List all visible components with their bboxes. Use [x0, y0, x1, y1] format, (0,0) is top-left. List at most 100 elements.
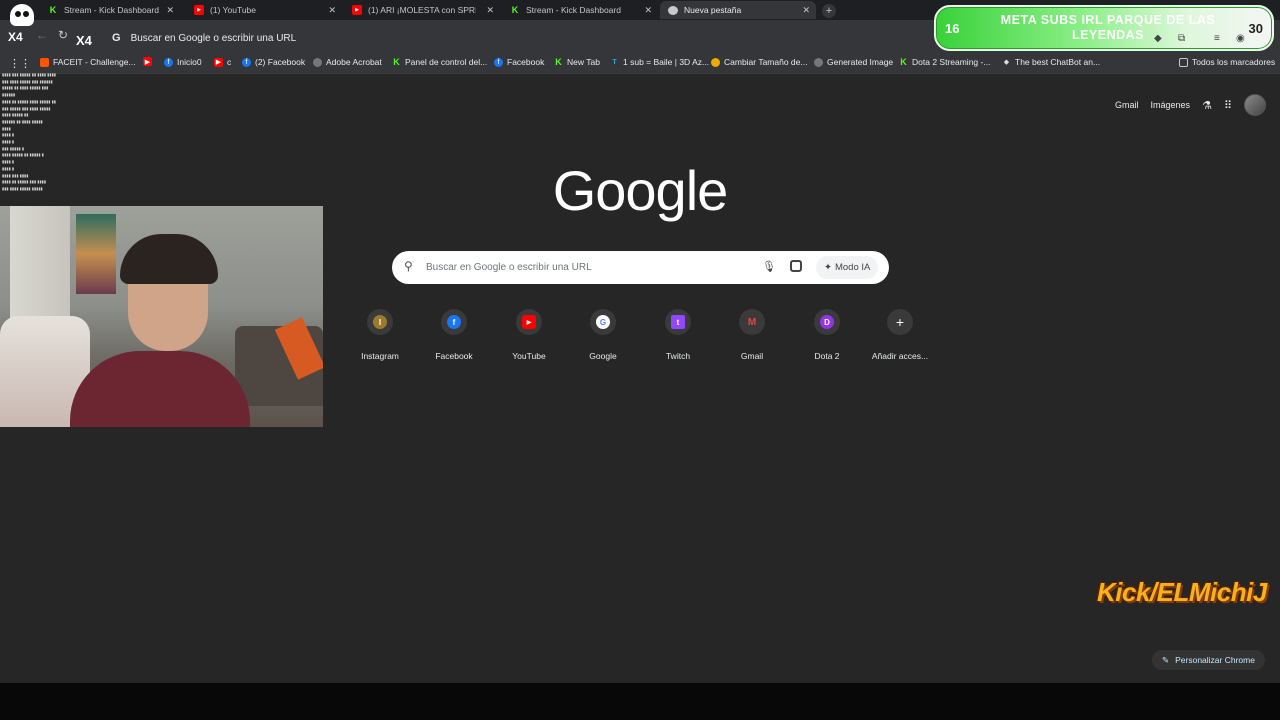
shortcuts: I Instagram f Facebook ▶ YouTube G Google t T…: [345, 306, 945, 366]
tab-youtube-video[interactable]: ▶ (1) ARI ¡MOLESTA con SPREEN ✕: [344, 1, 500, 19]
facebook-icon: f: [242, 57, 251, 67]
bookmark-7[interactable]: f Facebook: [494, 57, 544, 67]
bookmark-3[interactable]: ▶ c: [214, 57, 231, 67]
bookmark-0[interactable]: FACEIT - Challenge...: [40, 57, 136, 67]
resize-icon: [711, 57, 720, 67]
folder-icon: [1179, 57, 1188, 67]
search-placeholder: Buscar en Google o escribir una URL: [426, 262, 592, 273]
youtube-icon: ▶: [214, 57, 223, 67]
queue-icon: ≡: [1214, 33, 1220, 44]
ai-mode-icon: ✦: [824, 262, 832, 273]
tab-youtube[interactable]: ▶ (1) YouTube ✕: [186, 1, 342, 19]
close-icon[interactable]: ✕: [802, 5, 810, 16]
youtube-icon: ▶: [194, 5, 204, 15]
dota2-icon: D: [820, 315, 834, 329]
shortcut-twitch[interactable]: t Twitch: [642, 306, 714, 361]
goal-title: META SUBS IRL PARQUE DE LAS LEYENDAS: [1000, 13, 1216, 42]
labs-icon[interactable]: ⚗: [1202, 99, 1212, 112]
chat-line: ▮▮▮▮ ▮▮ ▮▮▮▮▮ ▮▮▮ ▮▮▮▮: [2, 179, 47, 185]
bookmark-8[interactable]: K New Tab: [554, 57, 600, 67]
screen: K Stream - Kick Dashboard ✕ ▶ (1) YouTub…: [0, 0, 1280, 720]
shortcut-google[interactable]: G Google: [567, 306, 639, 361]
reload-icon[interactable]: ↻: [58, 28, 68, 42]
tab-title: (1) ARI ¡MOLESTA con SPREEN: [368, 5, 476, 15]
kick-icon: K: [49, 5, 57, 15]
shortcut-label: Dota 2: [814, 351, 840, 361]
address-bar-text: Buscar en Google o escribir una URL: [130, 32, 297, 44]
apps-icon[interactable]: ⋮⋮: [9, 57, 31, 70]
tab-kick-dashboard-2[interactable]: K Stream - Kick Dashboard ✕: [502, 1, 658, 19]
all-bookmarks[interactable]: Todos los marcadores: [1179, 57, 1275, 67]
puzzle-icon: ⧉: [1178, 33, 1186, 44]
bookmark-12[interactable]: K Dota 2 Streaming -...: [899, 57, 990, 67]
bookmark-9[interactable]: T1 sub = Baile | 3D Az...: [610, 57, 709, 67]
new-tab-button[interactable]: +: [822, 4, 836, 18]
shortcut-tile: M: [739, 309, 765, 335]
bookmark-4[interactable]: f (2) Facebook: [242, 57, 305, 67]
tab-new-tab[interactable]: Nueva pestaña ✕: [660, 1, 816, 19]
ai-mode-button[interactable]: ✦ Modo IA: [816, 256, 879, 279]
gmail-icon: M: [747, 316, 757, 328]
tab-title: Stream - Kick Dashboard: [526, 5, 621, 15]
bookmark-5[interactable]: Adobe Acrobat: [313, 57, 382, 67]
tab-kick-dashboard-1[interactable]: K Stream - Kick Dashboard ✕: [40, 1, 180, 19]
tiktok-icon: T: [612, 58, 617, 66]
close-icon[interactable]: ✕: [486, 5, 494, 16]
bookmark-6[interactable]: K Panel de control del...: [392, 57, 487, 67]
bookmark-2[interactable]: f Inicio0: [164, 57, 202, 67]
shortcut-youtube[interactable]: ▶ YouTube: [493, 306, 565, 361]
webcam-feed: [0, 206, 323, 427]
search-box[interactable]: ⚲ Buscar en Google o escribir una URL 🎙 …: [392, 251, 889, 284]
chat-line: ▮▮▮▮ ▮: [2, 159, 15, 165]
skull-logo: X4: [8, 4, 38, 48]
kick-icon: K: [511, 5, 519, 15]
shortcut-tile: t: [665, 309, 691, 335]
shortcut-tile: +: [887, 309, 913, 335]
kick-icon: K: [555, 57, 562, 67]
instagram-icon: I: [373, 315, 387, 329]
customize-chrome-button[interactable]: ✎ Personalizar Chrome: [1152, 650, 1265, 670]
globe-icon: [814, 57, 823, 67]
globe-icon: [313, 57, 322, 67]
kick-watermark: Kick/ELMichiJ: [1097, 577, 1267, 607]
shortcut-tile: ▶: [516, 309, 542, 335]
gmail-link[interactable]: Gmail: [1115, 100, 1139, 110]
bookmark-11[interactable]: Generated Image: [814, 57, 893, 67]
images-link[interactable]: Imágenes: [1151, 100, 1191, 110]
chrome-icon: [668, 5, 678, 15]
shortcut-gmail[interactable]: M Gmail: [716, 306, 788, 361]
shortcut-label: Google: [589, 351, 617, 361]
tab-title: (1) YouTube: [210, 5, 256, 15]
chat-line: ▮▮▮▮: [2, 125, 11, 131]
chat-line: ▮▮▮▮ ▮▮▮▮▮ ▮▮ ▮▮▮▮▮ ▮: [2, 152, 44, 158]
shortcut-tile: f: [441, 309, 467, 335]
avatar[interactable]: [1244, 94, 1266, 116]
bookmarks-bar: ⋮⋮ FACEIT - Challenge... ▶ f Inicio0 ▶ c f…: [0, 52, 1280, 74]
shortcut-label: Añadir acces...: [871, 351, 929, 361]
lens-icon[interactable]: [790, 260, 802, 272]
address-bar[interactable]: G Buscar en Google o escribir una URL: [104, 26, 924, 50]
youtube-icon: ▶: [143, 57, 152, 66]
shortcut-tile: G: [590, 309, 616, 335]
shortcut-tile: I: [367, 309, 393, 335]
shortcut-add[interactable]: + Añadir acces...: [864, 306, 936, 361]
shortcut-facebook[interactable]: f Facebook: [418, 306, 490, 361]
close-icon[interactable]: ✕: [644, 5, 652, 16]
chat-line: ▮▮▮ ▮▮▮▮ ▮▮▮▮▮ ▮▮▮▮▮: [2, 185, 43, 191]
chat-line: ▮▮▮▮ ▮▮▮▮▮ ▮▮: [2, 112, 29, 118]
multiplier-badge: X4: [8, 30, 23, 44]
close-icon[interactable]: ✕: [166, 5, 174, 16]
microphone-icon[interactable]: 🎙: [762, 260, 776, 273]
search-icon: ⚲: [404, 259, 413, 273]
bookmark-10[interactable]: Cambiar Tamaño de...: [711, 57, 807, 67]
chat-line: ▮▮▮ ▮▮▮▮ ▮▮▮▮▮ ▮▮▮ ▮▮▮▮▮▮: [2, 78, 53, 84]
close-icon[interactable]: ✕: [328, 5, 336, 16]
shortcut-instagram[interactable]: I Instagram: [344, 306, 416, 361]
streamer-hair: [120, 234, 218, 284]
bookmark-1[interactable]: ▶: [143, 57, 156, 66]
apps-grid-icon[interactable]: ⠿: [1224, 99, 1232, 112]
shortcut-dota2[interactable]: D Dota 2: [791, 306, 863, 361]
google-icon: G: [596, 315, 610, 329]
bookmark-13[interactable]: ◆ The best ChatBot an...: [1002, 57, 1100, 67]
chat-line: ▮▮▮▮▮ ▮▮ ▮▮▮▮ ▮▮▮▮▮ ▮▮▮: [2, 85, 49, 91]
